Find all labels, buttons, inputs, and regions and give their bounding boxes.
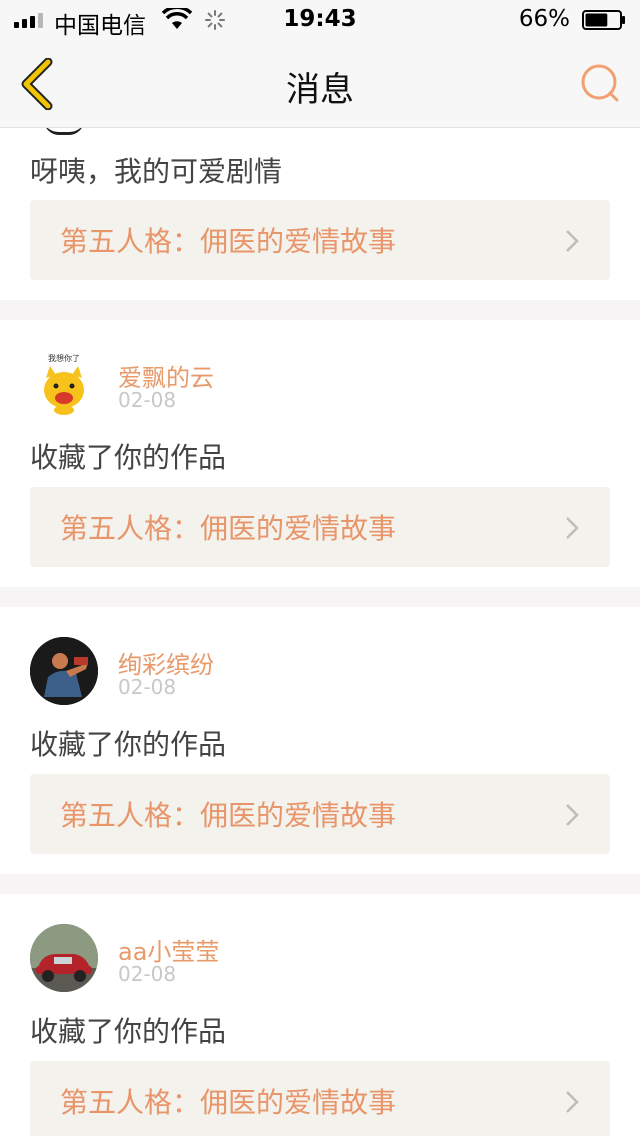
cat-avatar-icon: 我想你了 xyxy=(44,353,84,415)
work-title: 第五人格：佣医的爱情故事 xyxy=(60,799,397,832)
status-bar: 中国电信 19:43 66% xyxy=(0,0,640,40)
chevron-right-icon xyxy=(566,230,579,252)
timestamp: 02-08 xyxy=(118,388,177,412)
nav-bar: 消息 xyxy=(0,40,640,128)
chevron-right-icon xyxy=(566,517,579,539)
work-link[interactable]: 第五人格：佣医的爱情故事 xyxy=(30,774,610,854)
battery-icon xyxy=(582,10,625,30)
chevron-right-icon xyxy=(566,804,579,826)
message-text: 呀咦，我的可爱剧情 xyxy=(30,155,283,188)
work-link[interactable]: 第五人格：佣医的爱情故事 xyxy=(30,487,610,567)
message-text: 收藏了你的作品 xyxy=(30,728,227,761)
message-card: 呀咦，我的可爱剧情 第五人格：佣医的爱情故事 xyxy=(0,128,640,300)
work-title: 第五人格：佣医的爱情故事 xyxy=(60,512,397,545)
message-feed[interactable]: 呀咦，我的可爱剧情 第五人格：佣医的爱情故事 我想你了 爱飘的云 02-08 收… xyxy=(0,128,640,1136)
chevron-right-icon xyxy=(566,1091,579,1113)
message-text: 收藏了你的作品 xyxy=(30,441,227,474)
message-card: 我想你了 爱飘的云 02-08 收藏了你的作品 第五人格：佣医的爱情故事 xyxy=(0,320,640,587)
svg-text:我想你了: 我想你了 xyxy=(48,353,80,363)
avatar[interactable] xyxy=(30,924,98,992)
work-title: 第五人格：佣医的爱情故事 xyxy=(60,1086,397,1119)
work-link[interactable]: 第五人格：佣医的爱情故事 xyxy=(30,200,610,280)
message-card: 绚彩缤纷 02-08 收藏了你的作品 第五人格：佣医的爱情故事 xyxy=(0,607,640,874)
avatar xyxy=(44,128,84,135)
car-avatar-icon xyxy=(30,924,98,992)
avatar[interactable] xyxy=(30,637,98,705)
search-button[interactable] xyxy=(580,62,622,104)
work-title: 第五人格：佣医的爱情故事 xyxy=(60,225,397,258)
timestamp: 02-08 xyxy=(118,962,177,986)
avatar[interactable]: 我想你了 xyxy=(30,350,98,418)
timestamp: 02-08 xyxy=(118,675,177,699)
person-avatar-icon xyxy=(30,637,98,705)
work-link[interactable]: 第五人格：佣医的爱情故事 xyxy=(30,1061,610,1136)
message-text: 收藏了你的作品 xyxy=(30,1015,227,1048)
page-title: 消息 xyxy=(286,70,354,110)
battery-percentage: 66% xyxy=(518,6,570,32)
message-card: aa小莹莹 02-08 收藏了你的作品 第五人格：佣医的爱情故事 xyxy=(0,894,640,1136)
